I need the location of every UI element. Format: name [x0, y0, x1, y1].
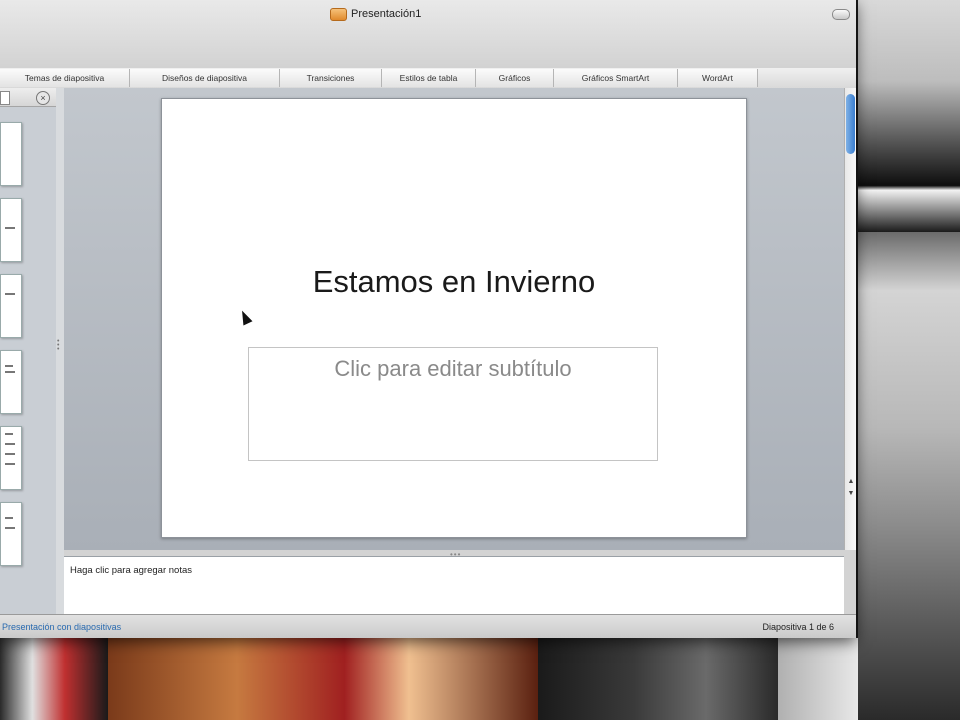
presentation-doc-icon	[330, 7, 347, 21]
window-title: Presentación1	[351, 8, 422, 20]
scroll-up-icon[interactable]: ▲	[846, 476, 856, 488]
slide-thumbnail-4[interactable]	[0, 350, 22, 414]
pane-close-icon[interactable]: ×	[36, 91, 50, 105]
desktop-photo-ford	[858, 232, 960, 720]
tab-slide-layouts[interactable]: Diseños de diapositiva	[130, 69, 280, 87]
slide-thumbnail-1[interactable]	[0, 122, 22, 186]
tab-slide-themes[interactable]: Temas de diapositiva	[0, 69, 130, 87]
slide-thumbnail-5[interactable]	[0, 426, 22, 490]
desktop-photo-bottom-left	[0, 638, 108, 720]
slide-title[interactable]: Estamos en Invierno	[162, 264, 746, 300]
tab-transitions[interactable]: Transiciones	[280, 69, 382, 87]
scroll-down-icon[interactable]: ▼	[846, 488, 856, 500]
tab-smartart[interactable]: Gráficos SmartArt	[554, 69, 678, 87]
slide-canvas: Estamos en Invierno Clic para editar sub…	[64, 88, 844, 550]
ribbon-tabs: Temas de diapositiva Diseños de diaposit…	[0, 68, 856, 89]
subtitle-placeholder-text: Clic para editar subtítulo	[334, 356, 572, 381]
vertical-scrollbar[interactable]: ▲ ▼	[844, 88, 856, 550]
desktop-photo-bottom-right	[538, 638, 778, 720]
notes-pane[interactable]: Haga clic para agregar notas	[64, 556, 844, 615]
status-bar: Presentación con diapositivas Diapositiv…	[0, 614, 856, 638]
tab-charts[interactable]: Gráficos	[476, 69, 554, 87]
splitter-grip-icon: • • •	[57, 338, 60, 353]
tab-wordart[interactable]: WordArt	[678, 69, 758, 87]
scrollbar-thumb[interactable]	[846, 94, 855, 154]
slideshow-view-link[interactable]: Presentación con diapositivas	[2, 622, 121, 632]
slide-thumbnail-pane: ×	[0, 88, 57, 614]
tab-table-styles[interactable]: Estilos de tabla	[382, 69, 476, 87]
desktop-photo-bottom-far	[778, 638, 858, 720]
toolbar-toggle-button[interactable]	[832, 9, 850, 20]
slide-thumbnail-2[interactable]	[0, 198, 22, 262]
slide-thumbnail-3[interactable]	[0, 274, 22, 338]
window-titlebar[interactable]: Presentación1	[0, 0, 856, 69]
pane-header: ×	[0, 88, 56, 107]
powerpoint-window: Presentación1 Temas de diapositiva Diseñ…	[0, 0, 856, 638]
window-title-group: Presentación1	[330, 6, 421, 22]
desktop-photo-bottom-mid	[108, 638, 538, 720]
subtitle-placeholder-box[interactable]: Clic para editar subtítulo	[248, 347, 658, 461]
slide-counter: Diapositiva 1 de 6	[762, 622, 834, 632]
pane-view-button[interactable]	[0, 91, 10, 105]
slide-thumbnail-6[interactable]	[0, 502, 22, 566]
notes-placeholder: Haga clic para agregar notas	[70, 565, 192, 576]
desktop-photo-edison	[858, 0, 960, 232]
